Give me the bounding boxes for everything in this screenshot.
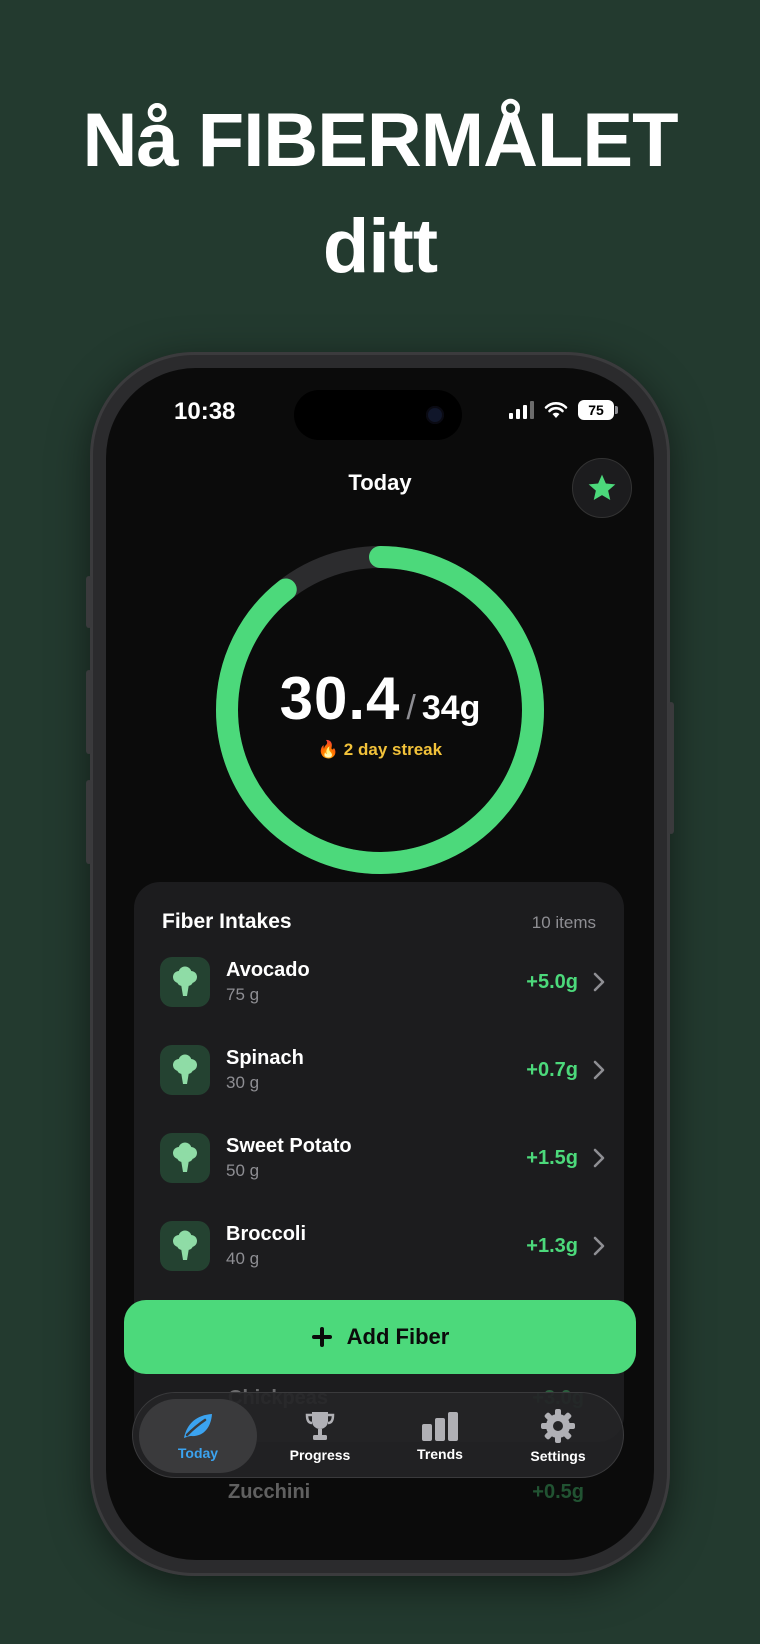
chevron-right-icon xyxy=(593,1236,605,1256)
headline-line-1: Nå FIBERMÅLET xyxy=(82,98,679,183)
intake-name: Sweet Potato xyxy=(226,1135,352,1157)
intake-text: Broccoli 40 g xyxy=(226,1221,526,1271)
intake-name: Avocado xyxy=(226,959,310,981)
broccoli-icon xyxy=(173,1054,197,1084)
bar-chart-icon xyxy=(422,1412,458,1441)
tab-label: Settings xyxy=(530,1448,586,1464)
trophy-icon xyxy=(305,1412,335,1440)
flame-icon: 🔥 xyxy=(317,740,340,759)
leaf-icon xyxy=(184,1414,212,1438)
card-header: Fiber Intakes 10 items xyxy=(162,910,596,934)
tab-bar: Today Progress Trends Settings xyxy=(132,1392,624,1478)
tab-label: Trends xyxy=(417,1446,463,1462)
intake-fiber: +1.5g xyxy=(526,1146,578,1169)
intake-text: Spinach 30 g xyxy=(226,1045,526,1095)
tab-settings[interactable]: Settings xyxy=(499,1393,617,1479)
phone-frame: 10:38 75 Today 30.4/34g � xyxy=(86,352,674,1576)
volume-down-button xyxy=(86,780,92,864)
intake-name: Spinach xyxy=(226,1047,304,1069)
action-button xyxy=(86,576,92,628)
tab-label: Today xyxy=(177,1445,219,1461)
camera-icon xyxy=(426,406,444,424)
battery-indicator: 75 xyxy=(578,400,618,420)
food-icon-tile xyxy=(160,957,210,1007)
intake-fiber: +1.3g xyxy=(526,1234,578,1257)
intake-row[interactable]: Sweet Potato 50 g +1.5g xyxy=(160,1130,606,1186)
intake-fiber: +0.7g xyxy=(526,1058,578,1081)
food-icon-tile xyxy=(160,1045,210,1095)
hidden-item-name: Zucchini xyxy=(228,1480,311,1503)
tab-trends[interactable]: Trends xyxy=(381,1393,499,1479)
tab-progress[interactable]: Progress xyxy=(261,1393,379,1479)
broccoli-icon xyxy=(173,966,197,996)
power-button xyxy=(668,702,674,834)
app-screen: 10:38 75 Today 30.4/34g � xyxy=(106,368,654,1560)
intake-fiber: +5.0g xyxy=(526,970,578,993)
chevron-right-icon xyxy=(593,1148,605,1168)
dynamic-island xyxy=(294,390,462,440)
item-count: 10 items xyxy=(531,913,596,932)
streak-label: 🔥 2 day streak xyxy=(106,740,654,760)
volume-up-button xyxy=(86,670,92,754)
wifi-icon xyxy=(544,402,568,418)
headline-line-2: ditt xyxy=(322,204,438,289)
fiber-consumed: 30.4 xyxy=(279,665,401,732)
intake-text: Avocado 75 g xyxy=(226,957,526,1007)
card-title: Fiber Intakes xyxy=(162,910,292,933)
chevron-right-icon xyxy=(593,1060,605,1080)
status-icons: 75 xyxy=(509,400,618,420)
plus-icon xyxy=(311,1327,332,1347)
tab-label: Progress xyxy=(289,1447,351,1463)
headline: Nå FIBERMÅLET ditt xyxy=(0,88,760,300)
chevron-right-icon xyxy=(593,972,605,992)
broccoli-icon xyxy=(173,1230,197,1260)
status-time: 10:38 xyxy=(174,398,236,425)
intake-name: Broccoli xyxy=(226,1223,307,1245)
fiber-total: 30.4/34g xyxy=(106,664,654,733)
intake-row[interactable]: Avocado 75 g +5.0g xyxy=(160,954,606,1010)
add-fiber-button[interactable]: Add Fiber xyxy=(124,1300,636,1374)
fiber-slash: / xyxy=(406,689,416,727)
gear-icon xyxy=(541,1409,575,1443)
premium-star-button[interactable] xyxy=(572,458,632,518)
tab-today[interactable]: Today xyxy=(139,1399,257,1473)
intake-quantity: 75 g xyxy=(226,985,260,1004)
star-icon xyxy=(588,474,616,500)
hidden-item-fiber: +0.5g xyxy=(532,1480,584,1503)
intake-text: Sweet Potato 50 g xyxy=(226,1133,526,1183)
intake-row[interactable]: Broccoli 40 g +1.3g xyxy=(160,1218,606,1274)
streak-text: 2 day streak xyxy=(343,740,443,759)
intake-row[interactable]: Spinach 30 g +0.7g xyxy=(160,1042,606,1098)
intake-quantity: 30 g xyxy=(226,1073,260,1092)
intake-quantity: 40 g xyxy=(226,1249,260,1268)
signal-icon xyxy=(509,401,534,419)
broccoli-icon xyxy=(173,1142,197,1172)
food-icon-tile xyxy=(160,1133,210,1183)
fiber-goal: 34g xyxy=(421,689,481,727)
food-icon-tile xyxy=(160,1221,210,1271)
intake-quantity: 50 g xyxy=(226,1161,260,1180)
add-fiber-label: Add Fiber xyxy=(346,1324,450,1349)
